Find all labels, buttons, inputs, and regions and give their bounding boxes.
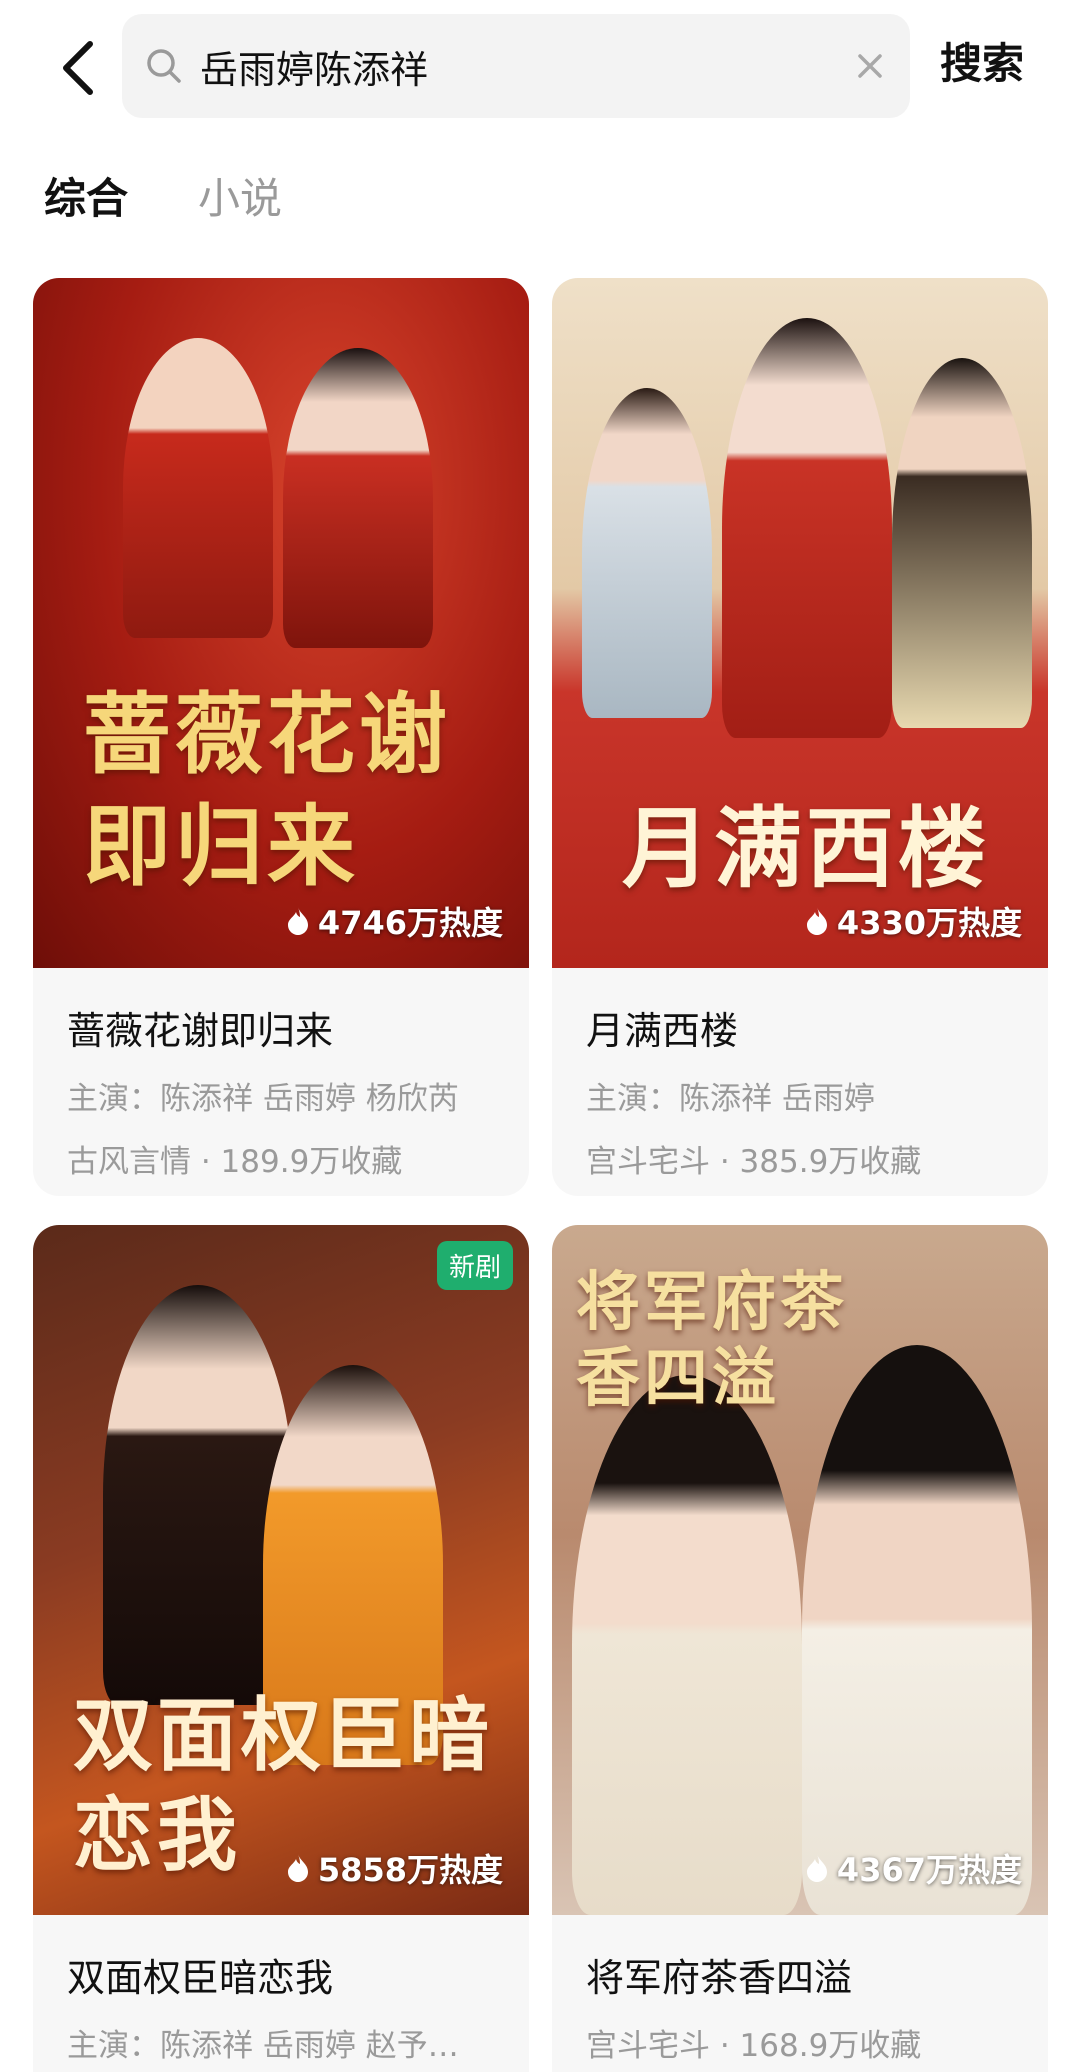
heat-label: 4746万热度 — [286, 898, 503, 944]
drama-cast: 主演：陈添祥 岳雨婷 — [586, 1081, 875, 1117]
result-tabs: 综合 小说 — [0, 165, 1077, 235]
drama-tags: 宫斗宅斗 · 168.9万收藏 — [586, 2028, 922, 2064]
tab-novel[interactable]: 小说 — [198, 165, 282, 226]
drama-title: 蔷薇花谢即归来 — [67, 1009, 334, 1053]
poster-image: 蔷薇花谢即归来 4746万热度 — [33, 278, 529, 968]
flame-icon — [287, 907, 308, 935]
poster-image: 双面权臣暗恋我 新剧 5858万热度 — [33, 1225, 529, 1915]
poster-title-art: 蔷薇花谢即归来 — [83, 682, 452, 898]
flame-icon — [806, 907, 827, 935]
search-input[interactable] — [200, 36, 800, 96]
drama-card[interactable]: 蔷薇花谢即归来 4746万热度 蔷薇花谢即归来 主演：陈添祥 岳雨婷 杨欣芮 古… — [33, 278, 529, 1196]
poster-title-art: 将军府茶香四溢 — [576, 1265, 848, 1416]
drama-tags: 古风言情 · 189.9万收藏 — [67, 1144, 403, 1180]
back-button[interactable] — [44, 28, 112, 108]
poster-image: 月满西楼 4330万热度 — [552, 278, 1048, 968]
drama-card[interactable]: 将军府茶香四溢 4367万热度 将军府茶香四溢 宫斗宅斗 · 168.9万收藏 — [552, 1225, 1048, 2072]
drama-title: 月满西楼 — [586, 1009, 739, 1053]
drama-cast: 主演：陈添祥 岳雨婷 赵予… — [67, 2028, 459, 2064]
drama-tags: 宫斗宅斗 · 385.9万收藏 — [586, 1144, 922, 1180]
drama-card[interactable]: 月满西楼 4330万热度 月满西楼 主演：陈添祥 岳雨婷 宫斗宅斗 · 385.… — [552, 278, 1048, 1196]
clear-icon[interactable] — [848, 44, 892, 88]
heat-label: 5858万热度 — [286, 1845, 503, 1891]
drama-title: 将军府茶香四溢 — [586, 1956, 853, 2000]
flame-icon — [287, 1854, 308, 1882]
poster-title-art: 月满西楼 — [622, 796, 991, 900]
drama-title: 双面权臣暗恋我 — [67, 1956, 334, 2000]
search-icon — [147, 49, 181, 83]
drama-cast: 主演：陈添祥 岳雨婷 杨欣芮 — [67, 1081, 459, 1117]
chevron-left-icon — [63, 41, 93, 95]
new-badge: 新剧 — [436, 1241, 513, 1290]
poster-image: 将军府茶香四溢 4367万热度 — [552, 1225, 1048, 1915]
tab-comprehensive[interactable]: 综合 — [44, 165, 128, 226]
heat-label: 4330万热度 — [805, 898, 1022, 944]
flame-icon — [806, 1854, 827, 1882]
search-button[interactable]: 搜索 — [940, 30, 1024, 91]
search-header: 搜索 — [0, 0, 1077, 140]
search-box[interactable] — [122, 14, 910, 118]
drama-card[interactable]: 双面权臣暗恋我 新剧 5858万热度 双面权臣暗恋我 主演：陈添祥 岳雨婷 赵予… — [33, 1225, 529, 2072]
heat-label: 4367万热度 — [805, 1845, 1022, 1891]
